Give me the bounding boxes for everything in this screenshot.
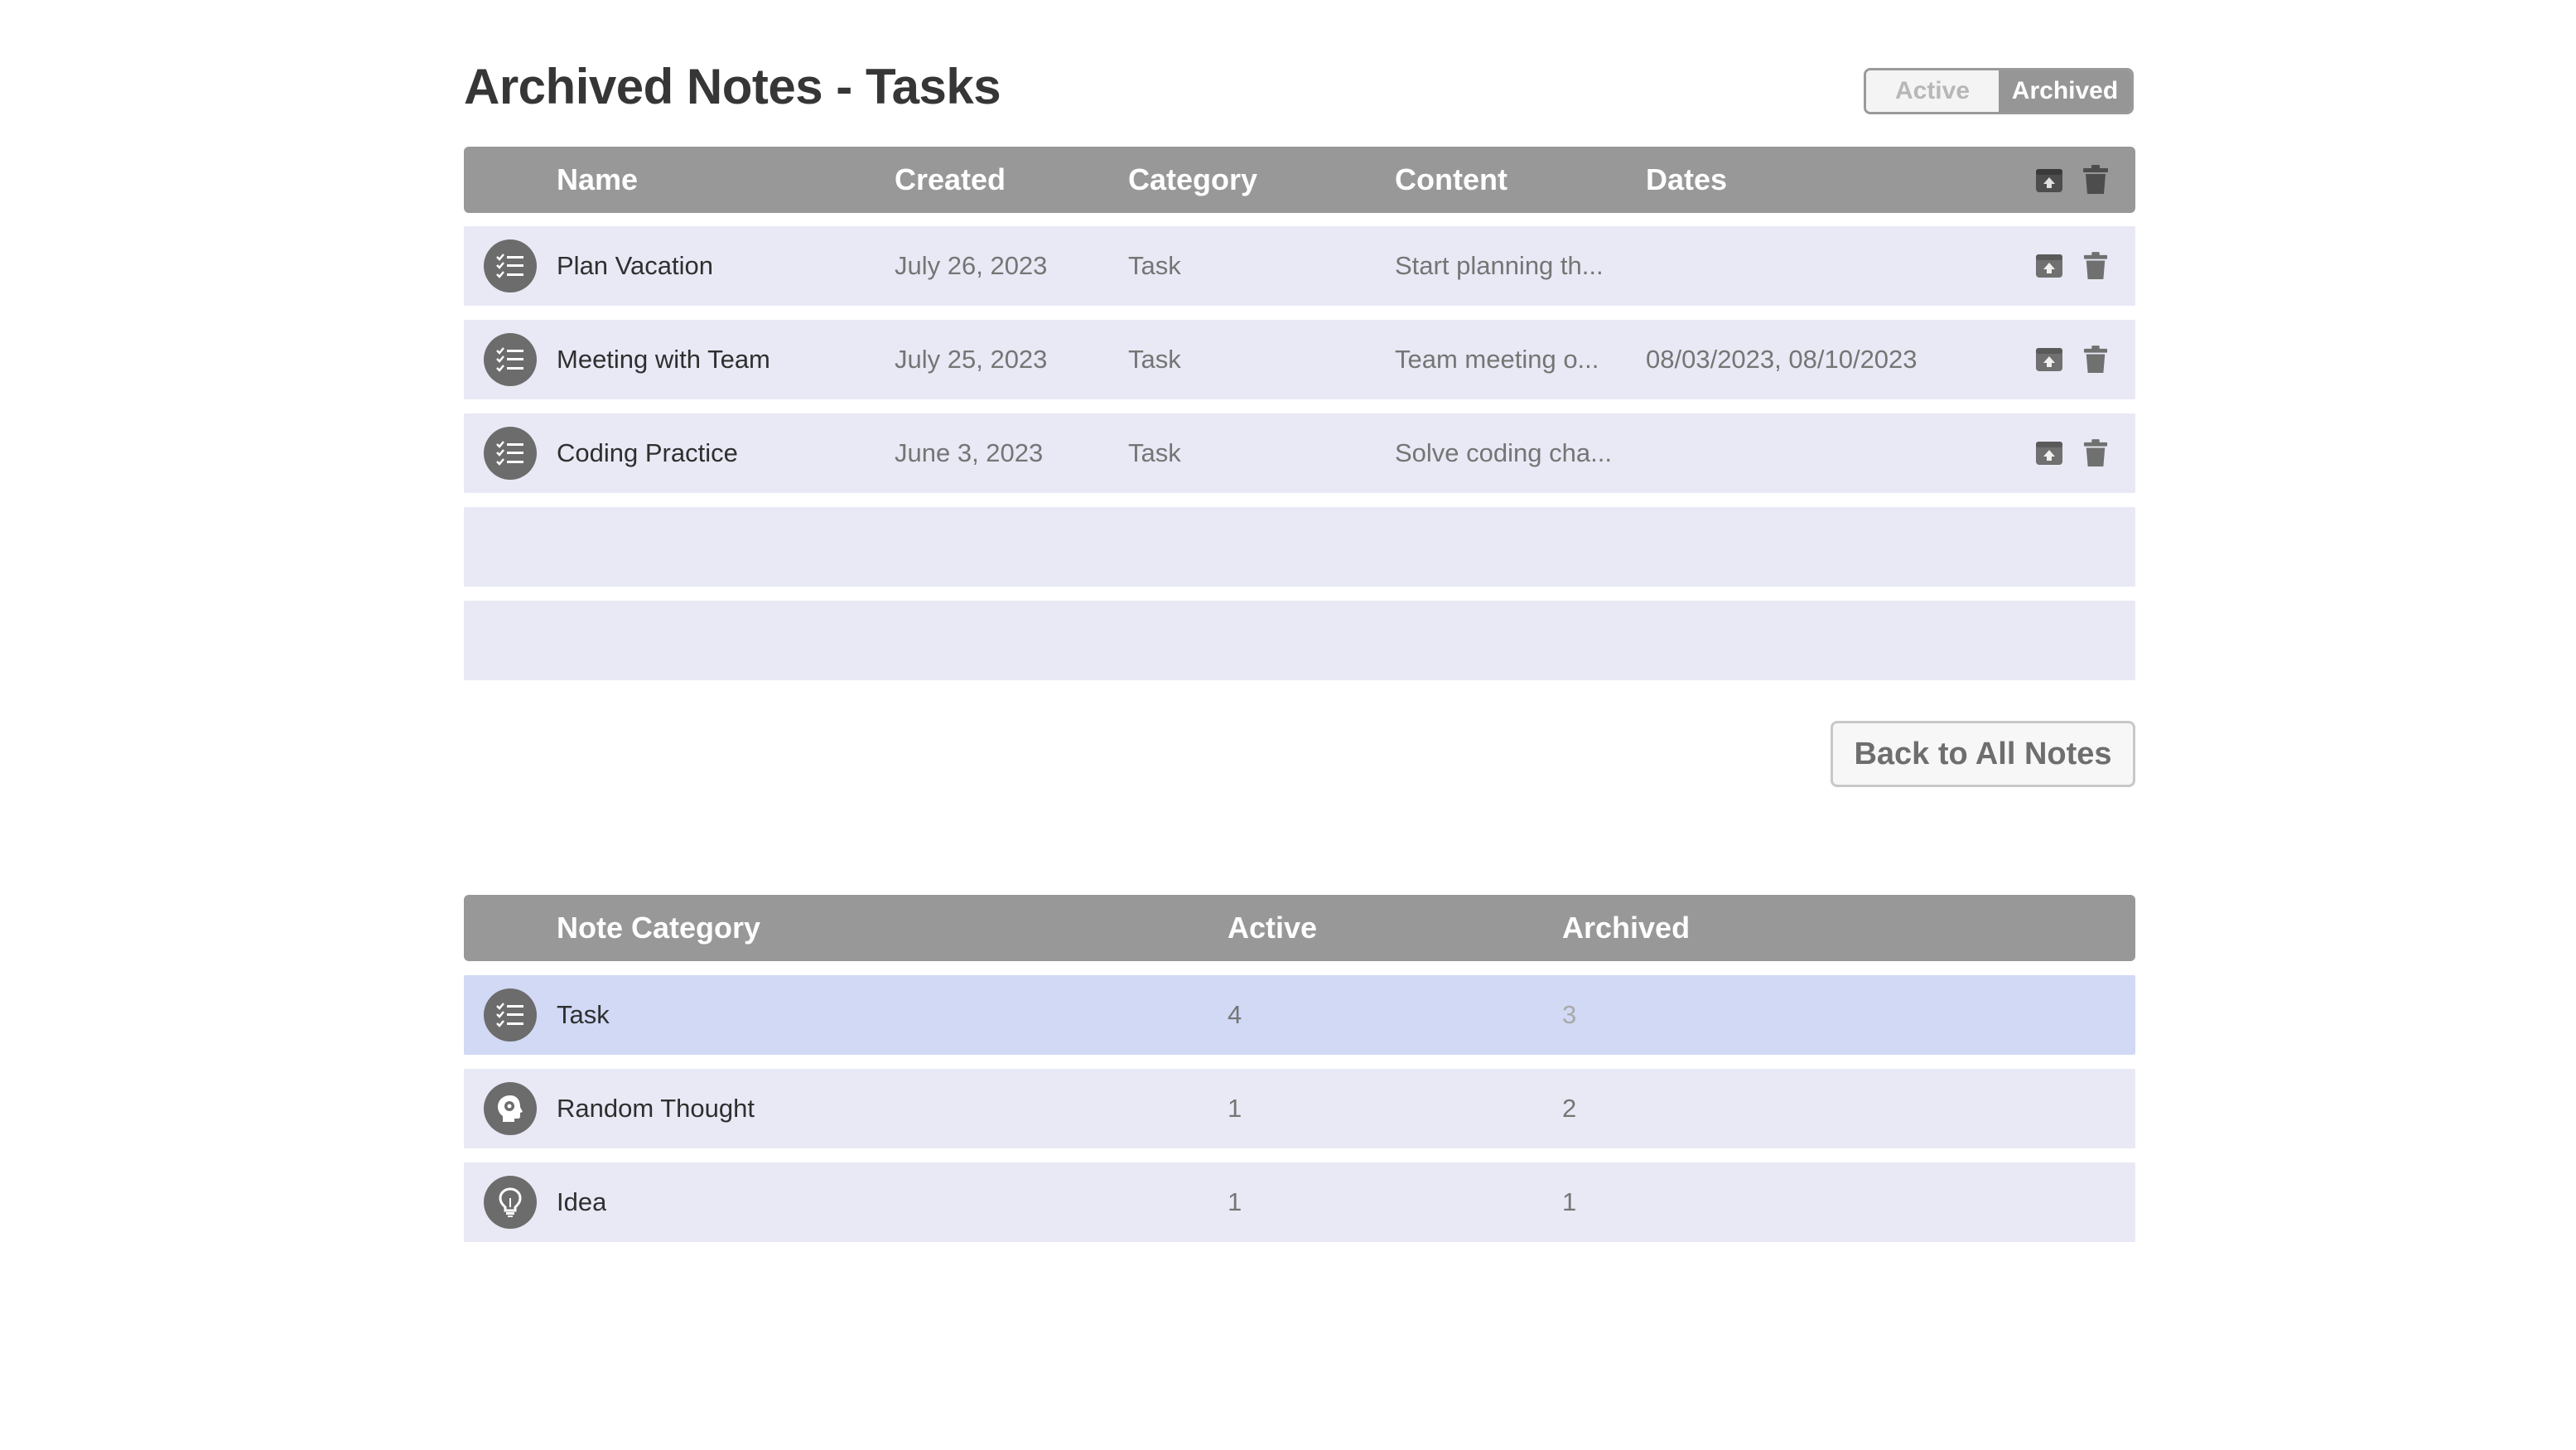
note-dates: 08/03/2023, 08/10/2023 xyxy=(1646,345,1918,374)
note-row[interactable]: Meeting with Team July 25, 2023 Task Tea… xyxy=(464,320,2135,399)
header-active: Active xyxy=(1228,911,1318,945)
unarchive-icon[interactable] xyxy=(2033,413,2066,493)
empty-row xyxy=(464,601,2135,680)
notes-table-header: Name Created Category Content Dates xyxy=(464,147,2135,213)
unarchive-icon[interactable] xyxy=(2033,226,2066,306)
task-list-icon xyxy=(484,427,537,480)
unarchive-all-icon[interactable] xyxy=(2033,147,2066,213)
note-created: June 3, 2023 xyxy=(895,438,1044,467)
active-count: 1 xyxy=(1228,1187,1242,1216)
note-category: Task xyxy=(1128,438,1181,467)
unarchive-icon[interactable] xyxy=(2033,320,2066,399)
header-category: Category xyxy=(1128,162,1258,196)
header-content: Content xyxy=(1395,162,1507,196)
note-name: Coding Practice xyxy=(557,438,738,467)
trash-icon[interactable] xyxy=(2079,226,2112,306)
task-list-icon xyxy=(484,333,537,386)
header-note-category: Note Category xyxy=(557,911,761,945)
archived-toggle-button[interactable]: Archived xyxy=(1999,70,2131,112)
page-title: Archived Notes - Tasks xyxy=(464,59,1001,114)
summary-row-task[interactable]: Task 4 3 xyxy=(464,975,2135,1055)
category-name: Task xyxy=(557,1000,610,1029)
header-archived: Archived xyxy=(1562,911,1691,945)
active-toggle-button[interactable]: Active xyxy=(1866,70,1999,112)
archived-count: 3 xyxy=(1562,1000,1577,1029)
summary-row-random-thought[interactable]: Random Thought 1 2 xyxy=(464,1069,2135,1148)
brain-icon xyxy=(484,1082,537,1135)
note-row[interactable]: Coding Practice June 3, 2023 Task Solve … xyxy=(464,413,2135,493)
empty-row xyxy=(464,507,2135,587)
task-list-icon xyxy=(484,988,537,1042)
note-content: Start planning th... xyxy=(1395,251,1604,280)
header-dates: Dates xyxy=(1646,162,1728,196)
summary-table-header: Note Category Active Archived xyxy=(464,895,2135,961)
note-category: Task xyxy=(1128,345,1181,374)
note-content: Team meeting o... xyxy=(1395,345,1599,374)
task-list-icon xyxy=(484,239,537,292)
active-count: 1 xyxy=(1228,1094,1242,1123)
note-name: Plan Vacation xyxy=(557,251,713,280)
view-toggle: Active Archived xyxy=(1864,68,2134,114)
back-to-all-notes-button[interactable]: Back to All Notes xyxy=(1831,721,2135,787)
note-category: Task xyxy=(1128,251,1181,280)
note-created: July 25, 2023 xyxy=(895,345,1048,374)
note-row[interactable]: Plan Vacation July 26, 2023 Task Start p… xyxy=(464,226,2135,306)
header-created: Created xyxy=(895,162,1006,196)
lightbulb-icon xyxy=(484,1176,537,1229)
trash-icon[interactable] xyxy=(2079,320,2112,399)
header-name: Name xyxy=(557,162,639,196)
archived-count: 1 xyxy=(1562,1187,1577,1216)
delete-all-icon[interactable] xyxy=(2079,147,2112,213)
summary-row-idea[interactable]: Idea 1 1 xyxy=(464,1162,2135,1242)
note-created: July 26, 2023 xyxy=(895,251,1048,280)
category-name: Idea xyxy=(557,1187,607,1216)
note-content: Solve coding cha... xyxy=(1395,438,1612,467)
archived-count: 2 xyxy=(1562,1094,1577,1123)
active-count: 4 xyxy=(1228,1000,1242,1029)
trash-icon[interactable] xyxy=(2079,413,2112,493)
note-name: Meeting with Team xyxy=(557,345,770,374)
category-name: Random Thought xyxy=(557,1094,755,1123)
